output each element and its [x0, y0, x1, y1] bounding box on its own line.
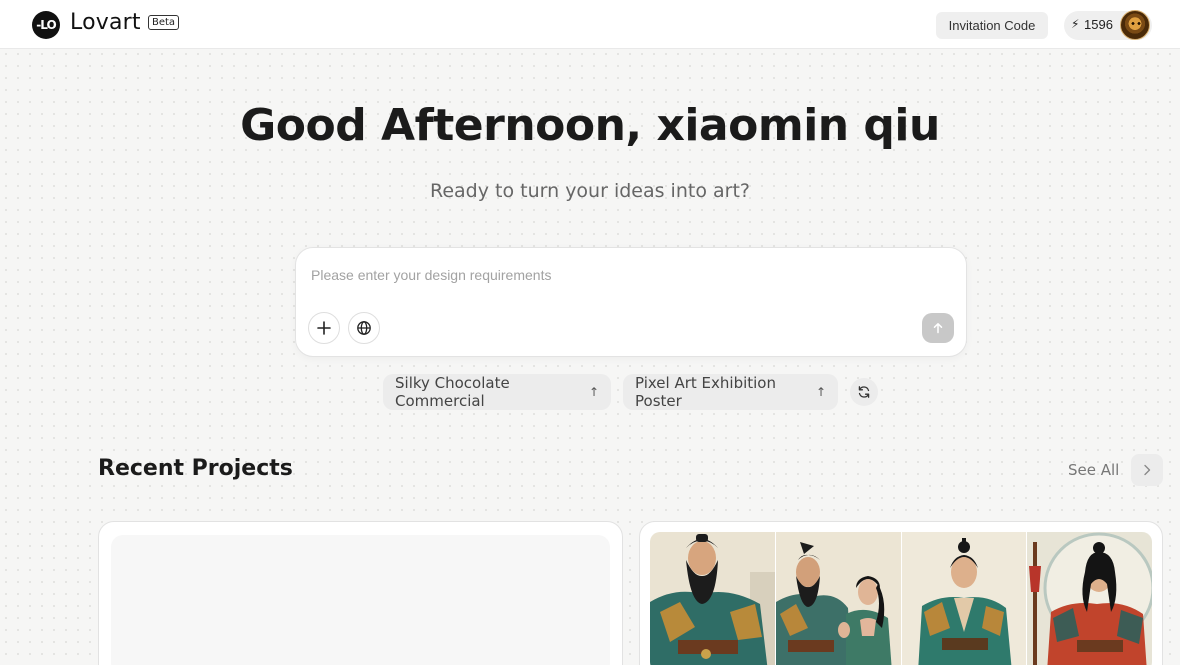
project-thumbnail: [111, 535, 610, 665]
top-header: -LO Lovart Beta Invitation Code ⚡ 1596: [0, 0, 1180, 49]
recent-projects-heading: Recent Projects: [98, 456, 293, 481]
arrow-up-icon: ↑: [815, 385, 826, 399]
user-avatar[interactable]: [1120, 10, 1150, 40]
prompt-box: [295, 247, 967, 357]
bolt-icon: ⚡: [1071, 17, 1080, 31]
lovart-logo-icon[interactable]: -LO: [32, 11, 60, 39]
greeting-heading: Good Afternoon, xiaomin qiu: [240, 100, 940, 151]
greeting-subtitle: Ready to turn your ideas into art?: [430, 180, 750, 202]
send-arrow-icon: [933, 323, 943, 334]
web-search-button[interactable]: [348, 312, 380, 344]
logo-text[interactable]: Lovart: [70, 10, 141, 35]
arrow-up-icon: ↑: [588, 385, 599, 399]
plus-icon: [317, 321, 331, 335]
character-illustration: [775, 532, 902, 665]
character-illustration: [901, 532, 1028, 665]
design-requirements-input[interactable]: [311, 264, 911, 286]
refresh-suggestions-button[interactable]: [850, 378, 878, 406]
suggestion-chip[interactable]: Silky Chocolate Commercial ↑: [383, 374, 611, 410]
project-thumbnail: [650, 532, 1152, 665]
send-button[interactable]: [922, 313, 954, 343]
chevron-right-icon: [1144, 464, 1151, 476]
invitation-code-button[interactable]: Invitation Code: [936, 12, 1048, 39]
suggestion-label: Pixel Art Exhibition Poster: [635, 374, 776, 410]
character-illustration: [1027, 532, 1152, 665]
project-card[interactable]: [98, 521, 623, 665]
attach-button[interactable]: [308, 312, 340, 344]
refresh-icon: [858, 386, 870, 398]
globe-icon: [357, 321, 371, 335]
suggestion-label: Silky Chocolate Commercial: [395, 374, 510, 410]
character-illustration: [650, 532, 776, 665]
beta-badge: Beta: [148, 15, 180, 30]
see-all-link[interactable]: See All: [1068, 461, 1119, 479]
project-card[interactable]: [639, 521, 1163, 665]
credits-count: 1596: [1084, 17, 1113, 32]
suggestion-chip[interactable]: Pixel Art Exhibition Poster ↑: [623, 374, 838, 410]
next-projects-button[interactable]: [1131, 454, 1163, 486]
